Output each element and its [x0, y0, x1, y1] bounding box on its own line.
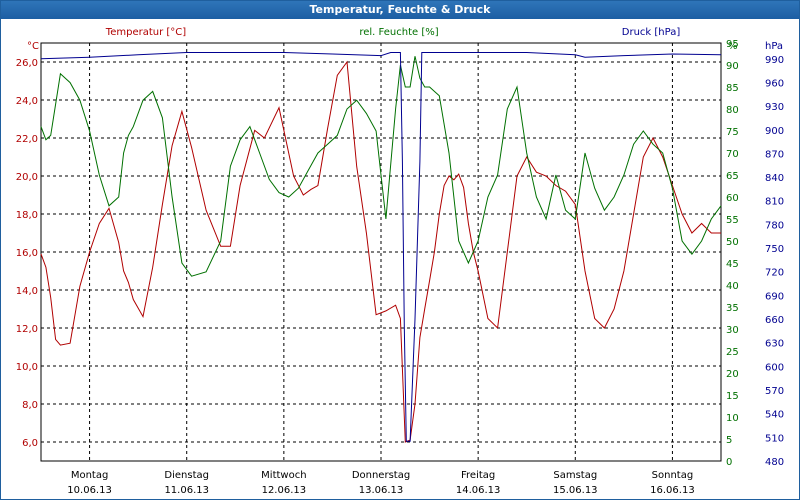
x-day-label: Montag — [71, 470, 108, 481]
humidity-tick-label: 0 — [726, 457, 732, 468]
humidity-tick-label: 75 — [726, 127, 739, 138]
temperature-tick-label: 8,0 — [22, 400, 38, 411]
pressure-tick-label: 900 — [765, 126, 784, 137]
x-day-label: Sonntag — [652, 470, 694, 481]
temperature-tick-label: 22,0 — [16, 134, 38, 145]
temperature-tick-label: 12,0 — [16, 324, 38, 335]
x-day-label: Donnerstag — [352, 470, 410, 481]
humidity-tick-label: 35 — [726, 303, 739, 314]
temperature-tick-label: 6,0 — [22, 438, 38, 449]
pressure-tick-label: 480 — [765, 457, 784, 468]
x-date-label: 10.06.13 — [67, 485, 112, 496]
pressure-tick-label: 660 — [765, 315, 784, 326]
pressure-tick-label: 930 — [765, 102, 784, 113]
x-date-label: 13.06.13 — [359, 485, 404, 496]
humidity-tick-label: 10 — [726, 413, 739, 424]
humidity-tick-label: 30 — [726, 325, 739, 336]
temperature-tick-label: 20,0 — [16, 172, 38, 183]
x-date-label: 11.06.13 — [164, 485, 209, 496]
x-day-label: Mittwoch — [261, 470, 306, 481]
humidity-tick-label: 50 — [726, 237, 739, 248]
x-date-label: 14.06.13 — [456, 485, 501, 496]
pressure-tick-label: 840 — [765, 173, 784, 184]
temperature-tick-label: 24,0 — [16, 96, 38, 107]
humidity-tick-label: 85 — [726, 83, 739, 94]
temperature-tick-label: 16,0 — [16, 248, 38, 259]
x-day-label: Freitag — [461, 470, 495, 481]
x-date-label: 15.06.13 — [553, 485, 598, 496]
pressure-tick-label: 690 — [765, 291, 784, 302]
grid — [40, 42, 722, 462]
humidity-tick-label: 90 — [726, 61, 739, 72]
x-date-label: 16.06.13 — [650, 485, 695, 496]
axis-ticks: 6,0 8,0 10,0 12,0 14,0 16,0 18,0 20,0 22,0 24,0 26… — [16, 39, 784, 496]
pressure-tick-label: 600 — [765, 362, 784, 373]
chart-svg: Temperatur [°C] rel. Feuchte [%] Druck [… — [16, 27, 784, 496]
pressure-tick-label: 960 — [765, 78, 784, 89]
pressure-tick-label: 810 — [765, 197, 784, 208]
humidity-tick-label: 95 — [726, 39, 739, 50]
temperature-tick-label: 14,0 — [16, 286, 38, 297]
humidity-tick-label: 80 — [726, 105, 739, 116]
pressure-tick-label: 570 — [765, 386, 784, 397]
pressure-axis-label: Druck [hPa] — [622, 27, 681, 38]
pressure-tick-label: 780 — [765, 220, 784, 231]
humidity-tick-label: 65 — [726, 171, 739, 182]
pressure-tick-label: 990 — [765, 55, 784, 66]
humidity-tick-label: 15 — [726, 391, 739, 402]
x-date-label: 12.06.13 — [262, 485, 307, 496]
humidity-tick-label: 55 — [726, 215, 739, 226]
x-day-label: Samstag — [553, 470, 597, 481]
pressure-unit-label: hPa — [765, 41, 783, 52]
humidity-tick-label: 25 — [726, 347, 739, 358]
humidity-tick-label: 45 — [726, 259, 739, 270]
humidity-tick-label: 20 — [726, 369, 739, 380]
humidity-tick-label: 5 — [726, 435, 732, 446]
humidity-axis-label: rel. Feuchte [%] — [359, 27, 438, 38]
humidity-tick-label: 60 — [726, 193, 739, 204]
pressure-tick-label: 720 — [765, 268, 784, 279]
pressure-tick-label: 870 — [765, 149, 784, 160]
x-day-label: Dienstag — [164, 470, 209, 481]
temperature-tick-label: 26,0 — [16, 58, 38, 69]
pressure-tick-label: 540 — [765, 410, 784, 421]
pressure-tick-label: 510 — [765, 433, 784, 444]
temperature-axis-label: Temperatur [°C] — [105, 27, 186, 38]
temperature-unit-label: °C — [27, 41, 39, 52]
pressure-tick-label: 750 — [765, 244, 784, 255]
temperature-tick-label: 18,0 — [16, 210, 38, 221]
humidity-tick-label: 40 — [726, 281, 739, 292]
pressure-tick-label: 630 — [765, 339, 784, 350]
chart-window: Temperatur, Feuchte & Druck Temperatur [… — [0, 0, 800, 500]
temperature-tick-label: 10,0 — [16, 362, 38, 373]
humidity-tick-label: 70 — [726, 149, 739, 160]
